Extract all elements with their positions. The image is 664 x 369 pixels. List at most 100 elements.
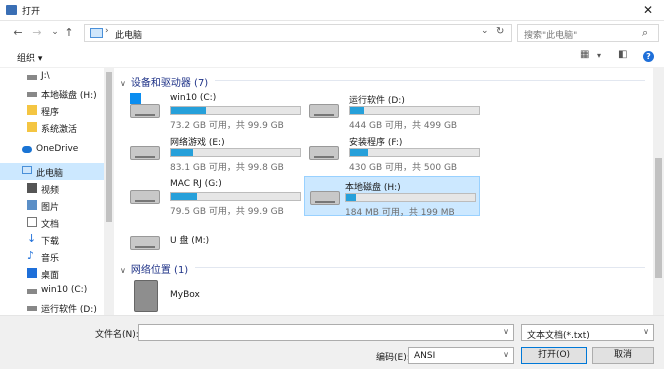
- drive-name: MAC RJ (G:): [170, 179, 222, 189]
- video-icon: [27, 183, 37, 193]
- usage-fill: [350, 149, 369, 156]
- sidebar-item-j-drive[interactable]: J:\: [0, 68, 104, 85]
- hard-drive-icon: [310, 191, 340, 205]
- drive-name: 运行软件 (D:): [349, 96, 405, 106]
- usage-bar: [345, 193, 476, 202]
- drive-info: 83.1 GB 可用，共 99.8 GB: [170, 163, 284, 173]
- drive-icon: [27, 306, 37, 311]
- chevron-down-icon[interactable]: ∨: [503, 350, 509, 359]
- cancel-button[interactable]: 取消: [592, 347, 654, 364]
- usage-fill: [350, 107, 365, 114]
- drive-name: U 盘 (M:): [170, 236, 210, 246]
- drive-item[interactable]: 安装程序 (F:) 430 GB 可用，共 500 GB: [299, 132, 480, 173]
- group-header-network[interactable]: ∨ 网络位置 (1): [120, 261, 188, 276]
- network-item[interactable]: MyBox: [120, 276, 296, 315]
- sidebar-item-activation[interactable]: 系统激活: [0, 119, 104, 136]
- sidebar-item-videos[interactable]: 视频: [0, 180, 104, 197]
- window-title: 打开: [22, 7, 41, 17]
- sidebar-item-label: 桌面: [41, 271, 60, 281]
- navigation-pane: J:\ 本地磁盘 (H:) 程序 系统激活 OneDrive 此电脑 视频 图片…: [0, 68, 115, 315]
- search-box[interactable]: 搜索"此电脑" ⌕: [517, 24, 659, 42]
- search-input[interactable]: 搜索"此电脑": [524, 28, 577, 41]
- forward-icon[interactable]: →: [30, 26, 44, 40]
- sidebar-item-programs[interactable]: 程序: [0, 102, 104, 119]
- content-area: ∨ 设备和驱动器 (7) win10 (C:) 73.2 GB 可用，共 99.9…: [115, 68, 653, 315]
- refresh-icon[interactable]: ↻: [496, 26, 504, 37]
- sidebar-item-onedrive[interactable]: OneDrive: [0, 141, 104, 158]
- usage-fill: [171, 149, 193, 156]
- window-icon: [6, 5, 17, 15]
- usage-bar: [170, 192, 301, 201]
- encoding-value: ANSI: [414, 351, 436, 361]
- content-scrollbar[interactable]: [653, 68, 664, 315]
- sidebar-item-downloads[interactable]: ↓ 下载: [0, 231, 104, 248]
- hard-drive-icon: [309, 146, 339, 160]
- folder-icon: [27, 105, 37, 115]
- filetype-value: 文本文档(*.txt): [527, 331, 590, 341]
- chevron-down-icon[interactable]: ∨: [120, 79, 126, 88]
- usage-bar: [170, 148, 301, 157]
- sidebar-item-pictures[interactable]: 图片: [0, 197, 104, 214]
- chevron-down-icon[interactable]: ∨: [120, 266, 126, 275]
- drive-item-selected[interactable]: 本地磁盘 (H:) 184 MB 可用，共 199 MB: [304, 176, 480, 218]
- back-icon[interactable]: ←: [11, 26, 25, 40]
- help-icon[interactable]: ?: [643, 51, 654, 62]
- title-bar: 打开 ✕: [0, 0, 664, 21]
- drive-name: 本地磁盘 (H:): [345, 183, 401, 193]
- sidebar-item-label: win10 (C:): [41, 285, 88, 295]
- filename-input[interactable]: ∨: [138, 324, 514, 341]
- sidebar-item-local-disk-h[interactable]: 本地磁盘 (H:): [0, 85, 104, 102]
- drive-icon: [27, 92, 37, 97]
- sidebar-item-desktop[interactable]: 桌面: [0, 265, 104, 282]
- view-options-icon[interactable]: ▦: [580, 49, 589, 60]
- scrollbar-thumb[interactable]: [655, 158, 662, 278]
- bottom-panel: 文件名(N): ∨ 文本文档(*.txt) ∨ 编码(E): ANSI ∨ 打开…: [0, 315, 664, 369]
- up-icon[interactable]: ↑: [62, 26, 76, 40]
- sidebar-item-music[interactable]: ♪ 音乐: [0, 248, 104, 265]
- hard-drive-icon: [130, 146, 160, 160]
- breadcrumb-this-pc[interactable]: 此电脑: [115, 28, 142, 41]
- sidebar-item-label: 音乐: [41, 254, 60, 264]
- usage-fill: [171, 193, 197, 200]
- drive-item[interactable]: 网络游戏 (E:) 83.1 GB 可用，共 99.8 GB: [120, 132, 301, 173]
- chevron-down-icon[interactable]: ∨: [643, 327, 649, 336]
- music-icon: ♪: [27, 249, 35, 262]
- chevron-down-icon[interactable]: ∨: [503, 327, 509, 336]
- sidebar-item-this-pc[interactable]: 此电脑: [0, 163, 104, 180]
- encoding-select[interactable]: ANSI ∨: [408, 347, 514, 364]
- encoding-label: 编码(E):: [376, 353, 410, 363]
- sidebar-item-label: 下载: [41, 237, 60, 247]
- folder-icon: [27, 122, 37, 132]
- view-dropdown-icon[interactable]: ▾: [597, 51, 601, 60]
- sidebar-item-label: 图片: [41, 203, 60, 213]
- scrollbar-thumb[interactable]: [106, 72, 112, 222]
- sidebar-item-c-drive[interactable]: win10 (C:): [0, 282, 104, 299]
- close-icon[interactable]: ✕: [636, 2, 660, 19]
- drive-item[interactable]: MAC RJ (G:) 79.5 GB 可用，共 99.9 GB: [120, 176, 301, 217]
- usage-bar: [170, 106, 301, 115]
- open-button[interactable]: 打开(O): [521, 347, 587, 364]
- sidebar-item-label: 系统激活: [41, 125, 78, 135]
- sidebar-item-label: OneDrive: [36, 144, 79, 154]
- search-icon[interactable]: ⌕: [642, 26, 648, 40]
- chevron-down-icon[interactable]: ⌄: [481, 26, 489, 36]
- drive-item[interactable]: win10 (C:) 73.2 GB 可用，共 99.9 GB: [120, 90, 301, 131]
- address-bar[interactable]: › 此电脑 ⌄ ↻: [84, 24, 512, 42]
- organize-menu[interactable]: 组织 ▾: [17, 51, 42, 64]
- breadcrumb-separator[interactable]: ›: [105, 26, 109, 36]
- drive-name: win10 (C:): [170, 93, 217, 103]
- drive-icon: [27, 75, 37, 80]
- preview-pane-icon[interactable]: ◧: [618, 49, 627, 60]
- group-header-devices[interactable]: ∨ 设备和驱动器 (7): [120, 74, 208, 89]
- divider: [195, 267, 645, 268]
- drive-item[interactable]: 运行软件 (D:) 444 GB 可用，共 499 GB: [299, 90, 480, 131]
- filetype-select[interactable]: 文本文档(*.txt) ∨: [521, 324, 654, 341]
- drive-info: 184 MB 可用，共 199 MB: [345, 208, 455, 218]
- sidebar-item-documents[interactable]: 文档: [0, 214, 104, 231]
- group-title: 设备和驱动器 (7): [130, 78, 209, 89]
- sidebar-scrollbar[interactable]: [104, 68, 114, 315]
- usage-bar: [349, 148, 480, 157]
- drive-info: 73.2 GB 可用，共 99.9 GB: [170, 121, 284, 131]
- sidebar-item-d-drive[interactable]: 运行软件 (D:): [0, 299, 104, 315]
- recent-locations-icon[interactable]: ⌄: [48, 25, 62, 39]
